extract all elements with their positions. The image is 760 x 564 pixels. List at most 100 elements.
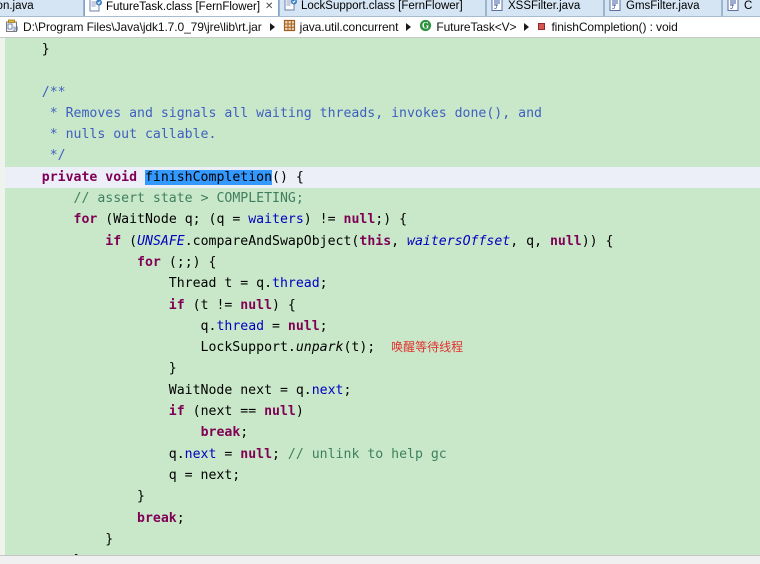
java-file-icon: J: [491, 0, 505, 11]
code-token: (: [121, 233, 138, 249]
code-token: next: [311, 382, 344, 398]
editor-tab[interactable]: FutureTask.class [FernFlower] ✕: [84, 0, 279, 16]
breadcrumb: 10 D:\Program Files\Java\jdk1.7.0_79\jre\…: [0, 17, 760, 38]
code-line[interactable]: for (WaitNode q; (q = waiters) != null;)…: [5, 209, 760, 230]
code-token: for: [73, 212, 98, 228]
code-token: ;: [319, 318, 328, 334]
code-token: unpark: [295, 340, 344, 356]
editor-tab[interactable]: LockSupport.class [FernFlower]: [279, 0, 486, 16]
code-line[interactable]: /**: [5, 82, 760, 103]
breadcrumb-item[interactable]: finishCompletion() : void: [536, 18, 678, 36]
breadcrumb-separator-icon: [269, 23, 275, 31]
code-token: null: [264, 404, 296, 420]
code-token: q.: [10, 318, 217, 334]
code-line[interactable]: for (;;) {: [5, 252, 760, 273]
code-token: q = next;: [10, 467, 241, 483]
code-token: ;: [343, 382, 352, 398]
editor-tab-label: FutureTask.class [FernFlower]: [106, 1, 261, 13]
code-token: () {: [272, 169, 304, 185]
breadcrumb-separator-icon: [406, 23, 412, 31]
editor-tab[interactable]: J XSSFilter.java: [486, 0, 604, 16]
code-token: if: [105, 233, 122, 249]
code-line[interactable]: break;: [5, 508, 760, 529]
code-line[interactable]: q = next;: [5, 465, 760, 486]
code-token: ;: [272, 446, 288, 462]
code-token: for: [137, 254, 161, 270]
code-line[interactable]: [5, 60, 760, 81]
code-token: /**: [10, 84, 66, 100]
code-token: , q,: [510, 233, 550, 249]
svg-text:G: G: [422, 21, 429, 31]
code-line[interactable]: if (t != null) {: [5, 295, 760, 316]
code-line[interactable]: }: [5, 358, 760, 379]
code-token: null: [343, 212, 376, 228]
class-file-icon: [89, 0, 103, 12]
code-token: */: [10, 148, 66, 164]
code-token: ;: [319, 276, 328, 292]
code-token: (;;) {: [160, 254, 217, 270]
code-token: // assert state > COMPLETING;: [73, 191, 304, 207]
code-token: null: [549, 233, 582, 249]
editor-tab[interactable]: J GmsFilter.java: [604, 0, 722, 16]
code-line[interactable]: Thread t = q.thread;: [5, 273, 760, 294]
code-token: * nulls out callable.: [10, 127, 217, 143]
breadcrumb-item-label: FutureTask<V>: [436, 20, 517, 34]
breadcrumb-item[interactable]: java.util.concurrent: [282, 18, 400, 36]
breadcrumb-item[interactable]: G FutureTask<V>: [418, 18, 517, 36]
editor-tab[interactable]: JC: [722, 0, 760, 16]
java-file-icon: J: [609, 0, 623, 11]
code-line[interactable]: * nulls out callable.: [5, 124, 760, 145]
code-token: thread: [272, 276, 320, 292]
code-line[interactable]: */: [5, 145, 760, 166]
code-token: (next ==: [184, 404, 265, 420]
editor-bottom-strip: [0, 555, 760, 564]
code-token: if: [168, 297, 185, 313]
code-token: }: [10, 42, 50, 57]
code-token: (WaitNode q; (q =: [97, 212, 249, 228]
code-line[interactable]: // assert state > COMPLETING;: [5, 188, 760, 209]
code-token: break: [137, 510, 177, 526]
code-token: break: [200, 425, 241, 441]
code-token: ,: [391, 233, 408, 249]
code-line-current[interactable]: private void finishCompletion() {: [5, 166, 760, 189]
code-content[interactable]: } /** * Removes and signals all waiting …: [5, 38, 760, 564]
code-line[interactable]: if (next == null): [5, 401, 760, 422]
editor-tab-label: ion.java: [0, 0, 34, 12]
code-token: )) {: [581, 233, 614, 249]
code-line[interactable]: break;: [5, 422, 760, 443]
editor-tab[interactable]: Jion.java: [0, 0, 84, 16]
code-line[interactable]: }: [5, 486, 760, 507]
code-token: .compareAndSwapObject(: [184, 233, 360, 249]
code-token: this: [359, 233, 392, 249]
code-token: }: [10, 531, 114, 547]
code-editor[interactable]: } /** * Removes and signals all waiting …: [0, 38, 760, 564]
code-token: WaitNode next = q.: [10, 382, 312, 398]
tab-close-icon[interactable]: ✕: [265, 0, 273, 16]
package-icon: [283, 19, 296, 35]
code-line[interactable]: q.thread = null;: [5, 316, 760, 337]
code-line[interactable]: WaitNode next = q.next;: [5, 380, 760, 401]
code-line[interactable]: q.next = null; // unlink to help gc: [5, 444, 760, 465]
code-token: ): [295, 404, 304, 420]
code-line[interactable]: LockSupport.unpark(t); 唤醒等待线程: [5, 337, 760, 358]
code-token: if: [168, 404, 185, 420]
code-token: =: [264, 318, 288, 334]
editor-tab-label: C: [744, 0, 753, 12]
code-line[interactable]: }: [5, 529, 760, 550]
code-token: ;) {: [375, 212, 408, 228]
code-line[interactable]: if (UNSAFE.compareAndSwapObject(this, wa…: [5, 231, 760, 252]
class-file-icon: [284, 0, 298, 11]
code-token: ;: [240, 425, 249, 441]
breadcrumb-item-label: java.util.concurrent: [299, 20, 399, 34]
svg-text:J: J: [612, 5, 615, 11]
code-token: }: [10, 489, 145, 505]
java-file-icon: J: [727, 0, 741, 11]
jar-icon: 10: [5, 19, 19, 36]
code-line[interactable]: * Removes and signals all waiting thread…: [5, 103, 760, 124]
breadcrumb-item[interactable]: 10 D:\Program Files\Java\jdk1.7.0_79\jre\…: [4, 18, 263, 36]
code-line[interactable]: }: [5, 39, 760, 60]
